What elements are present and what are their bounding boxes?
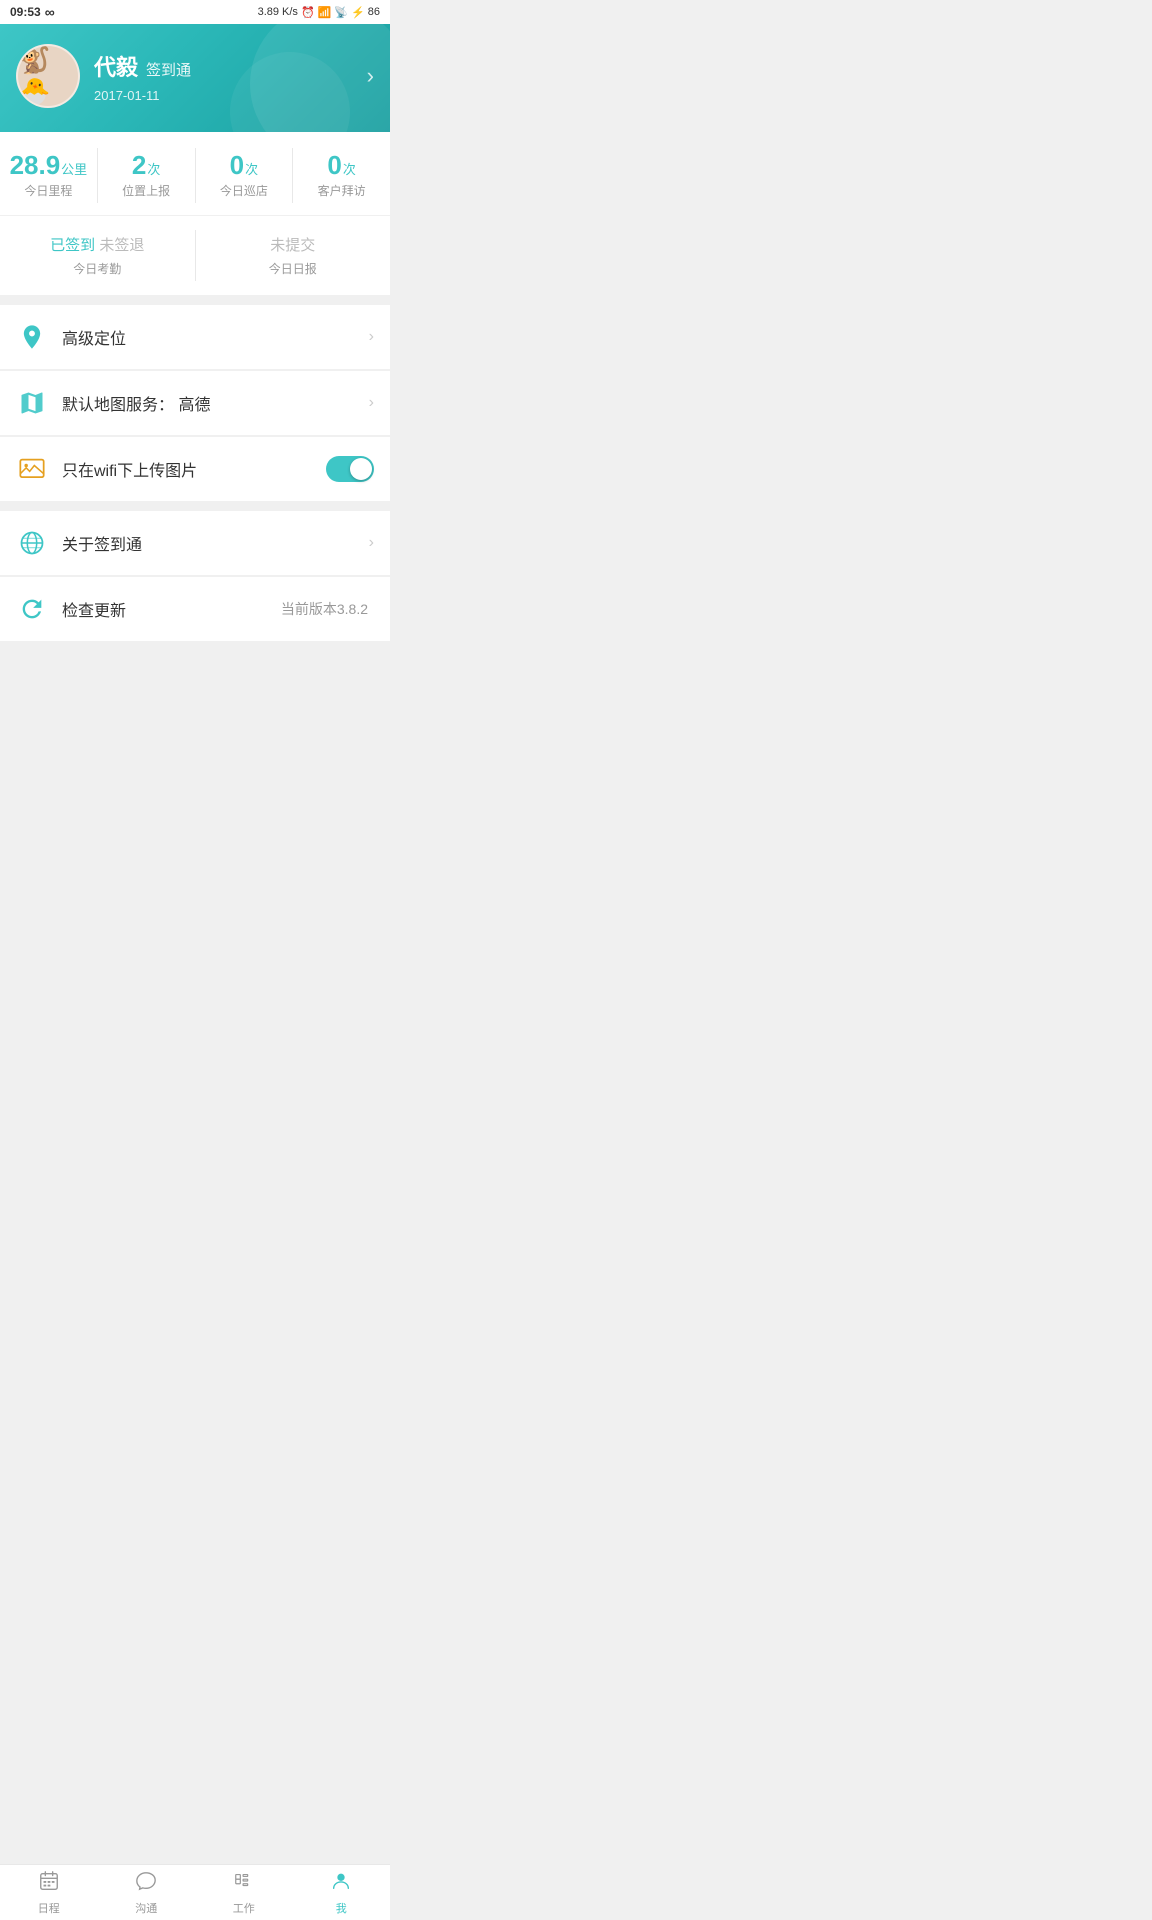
nav-schedule-label: 日程 [38,1900,60,1916]
nav-me-label: 我 [336,1900,347,1916]
wifi-icon: 📶 [318,6,332,19]
menu-item-update[interactable]: 检查更新 当前版本3.8.2 [0,577,390,641]
work-icon [233,1870,255,1898]
nav-item-work[interactable]: 工作 [195,1865,293,1920]
stat-location-number: 2 [132,152,146,178]
menu-section-2: 关于签到通 › 检查更新 当前版本3.8.2 [0,511,390,641]
status-right-area: 3.89 K/s ⏰ 📶 📡 ⚡ 86 [258,6,380,19]
status-bar: 09:53 ∞ 3.89 K/s ⏰ 📶 📡 ⚡ 86 [0,0,390,24]
bolt-icon: ⚡ [351,6,365,19]
calendar-icon [38,1870,60,1898]
status-time-area: 09:53 ∞ [10,4,55,20]
stat-mileage-label: 今日里程 [4,182,93,199]
user-info: 代毅 签到通 2017-01-11 [94,50,191,103]
clock-icon: ⏰ [301,6,315,19]
chat-icon [135,1870,157,1898]
menu-item-about[interactable]: 关于签到通 › [0,511,390,576]
user-date: 2017-01-11 [94,88,191,103]
location-icon [16,321,48,353]
attendance-report: 未提交 今日日报 [196,230,391,281]
stat-mileage-number: 28.9 [10,152,61,178]
location-label: 高级定位 [62,325,369,349]
stat-patrol-number: 0 [230,152,244,178]
stats-section: 28.9 公里 今日里程 2 次 位置上报 0 次 今日巡店 0 次 客户拜访 [0,132,390,215]
stat-patrol-label: 今日巡店 [200,182,289,199]
user-name: 代毅 [94,50,138,82]
stat-location-label: 位置上报 [102,182,191,199]
not-signed-out-label: 未签退 [99,237,144,254]
avatar: 🐒🐣 [16,44,80,108]
attendance-today-label: 今日考勤 [0,260,195,277]
checkin-status: 已签到 未签退 [0,234,195,255]
user-name-row: 代毅 签到通 [94,50,191,82]
time-display: 09:53 [10,5,41,19]
nav-item-me[interactable]: 我 [293,1865,391,1920]
menu-item-wifi-upload[interactable]: 只在wifi下上传图片 [0,437,390,501]
location-arrow-icon: › [369,328,374,346]
menu-section-1: 高级定位 › 默认地图服务： 高德 › 只在wifi下 [0,305,390,501]
nav-chat-label: 沟通 [135,1900,157,1916]
not-submitted-label: 未提交 [270,237,315,254]
stat-visit: 0 次 客户拜访 [293,148,390,203]
stat-location-unit: 次 [147,159,160,178]
nav-item-schedule[interactable]: 日程 [0,1865,98,1920]
stat-location: 2 次 位置上报 [98,148,196,203]
about-label: 关于签到通 [62,531,369,555]
nav-work-label: 工作 [233,1900,255,1916]
network-speed: 3.89 K/s [258,6,298,18]
report-status: 未提交 [196,234,391,255]
globe-icon [16,527,48,559]
stat-visit-unit: 次 [343,159,356,178]
person-icon [330,1870,352,1898]
stat-patrol: 0 次 今日巡店 [196,148,294,203]
stat-visit-number: 0 [327,152,341,178]
map-label: 默认地图服务： 高德 [62,391,369,415]
attendance-section: 已签到 未签退 今日考勤 未提交 今日日报 [0,216,390,295]
menu-item-map[interactable]: 默认地图服务： 高德 › [0,371,390,436]
stat-mileage-unit: 公里 [61,159,87,178]
update-version: 当前版本3.8.2 [281,599,368,619]
wifi-upload-toggle[interactable] [326,456,374,482]
wifi-upload-label: 只在wifi下上传图片 [62,457,326,481]
section-divider-2 [0,501,390,511]
wifi-img-icon [16,453,48,485]
about-arrow-icon: › [369,534,374,552]
menu-item-location[interactable]: 高级定位 › [0,305,390,370]
stat-visit-label: 客户拜访 [297,182,386,199]
update-label: 检查更新 [62,597,281,621]
infinity-icon: ∞ [45,4,55,20]
nav-item-chat[interactable]: 沟通 [98,1865,196,1920]
stat-mileage: 28.9 公里 今日里程 [0,148,98,203]
battery-level: 86 [368,6,380,18]
signal-icon: 📡 [334,6,348,19]
daily-report-label: 今日日报 [196,260,391,277]
section-divider-1 [0,295,390,305]
attendance-checkin: 已签到 未签退 今日考勤 [0,230,196,281]
profile-info: 🐒🐣 代毅 签到通 2017-01-11 [16,44,191,108]
app-name: 签到通 [146,59,191,80]
profile-header[interactable]: 🐒🐣 代毅 签到通 2017-01-11 › [0,24,390,132]
map-arrow-icon: › [369,394,374,412]
stat-patrol-unit: 次 [245,159,258,178]
header-arrow-icon[interactable]: › [367,63,374,89]
bottom-nav: 日程 沟通 工作 我 [0,1864,390,1920]
map-icon [16,387,48,419]
refresh-icon [16,593,48,625]
signed-label: 已签到 [50,237,95,254]
